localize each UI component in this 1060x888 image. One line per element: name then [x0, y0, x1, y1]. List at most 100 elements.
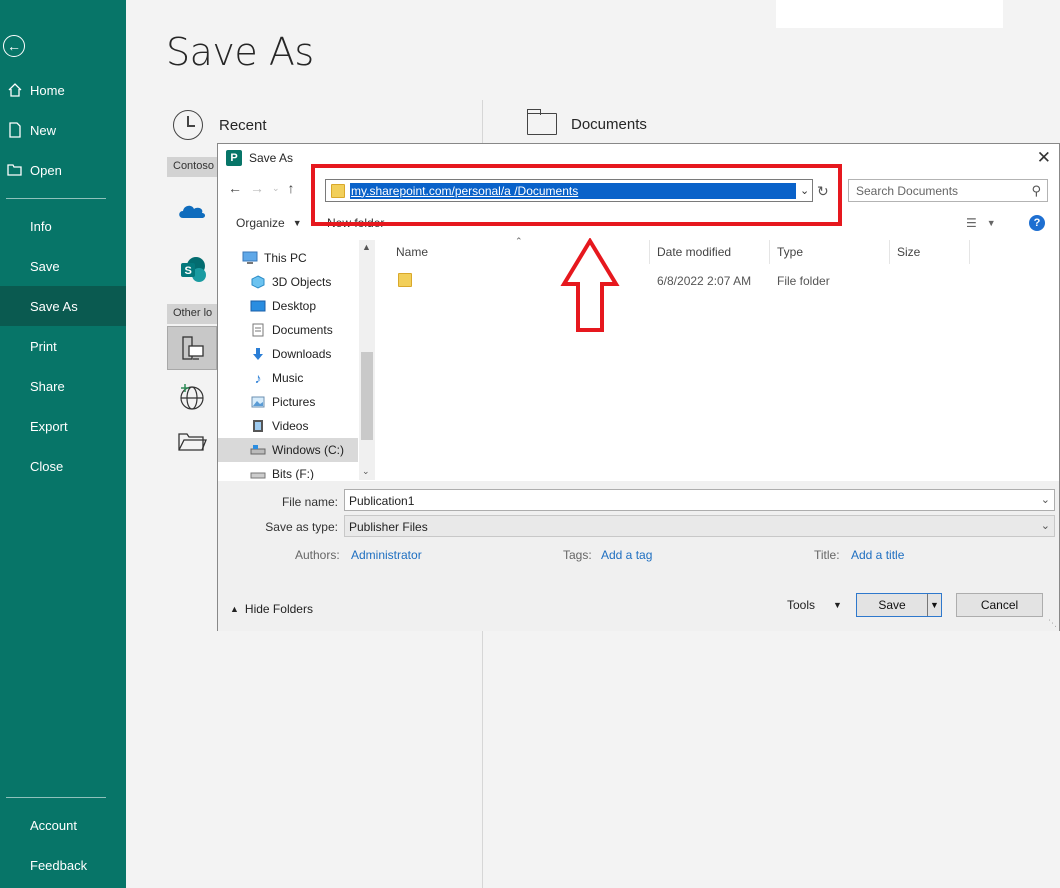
title-label: Title:	[814, 548, 840, 562]
cancel-button[interactable]: Cancel	[956, 593, 1043, 617]
help-icon[interactable]: ?	[1029, 215, 1045, 231]
organize-menu[interactable]: Organize ▼	[236, 216, 302, 230]
file-list-row[interactable]: 6/8/2022 2:07 AM File folder	[388, 268, 988, 290]
resize-grip-icon[interactable]: ⋱	[1048, 618, 1057, 629]
nav-item-label: Documents	[272, 323, 333, 337]
tags-value[interactable]: Add a tag	[601, 548, 652, 562]
sidebar-divider	[6, 797, 106, 798]
onedrive-location[interactable]	[167, 188, 217, 232]
nav-item-label: Pictures	[272, 395, 316, 409]
nav-item-desktop[interactable]: Desktop	[218, 294, 358, 318]
sidebar-item-label: Export	[30, 418, 68, 434]
scroll-up-icon[interactable]: ▲	[362, 242, 371, 252]
nav-item-label: Downloads	[272, 347, 332, 361]
clock-icon	[173, 110, 203, 140]
home-icon	[0, 82, 30, 98]
sidebar-item-export[interactable]: Export	[0, 406, 126, 446]
column-header-type[interactable]: Type	[777, 245, 803, 259]
browse-location[interactable]	[167, 420, 217, 464]
nav-item-label: 3D Objects	[272, 275, 332, 289]
sidebar-item-home[interactable]: Home	[0, 70, 126, 110]
file-name-field[interactable]: Publication1 ⌄	[344, 489, 1055, 511]
nav-item-label: Desktop	[272, 299, 317, 313]
pictures-icon	[250, 395, 266, 409]
sidebar-item-label: New	[30, 122, 57, 138]
sort-indicator-icon: ⌃	[515, 236, 523, 246]
folder-icon	[398, 273, 412, 287]
search-input[interactable]: Search Documents ⚲	[848, 179, 1048, 202]
download-arrow-icon	[250, 347, 266, 361]
dialog-title: Save As	[249, 151, 294, 165]
hide-folders-button[interactable]: ▲ Hide Folders	[230, 602, 313, 616]
sidebar-item-save[interactable]: Save	[0, 246, 126, 286]
forward-arrow-icon[interactable]: →	[250, 180, 264, 196]
sharepoint-icon: S	[181, 257, 206, 282]
authors-value[interactable]: Administrator	[351, 548, 422, 562]
add-place-location[interactable]	[167, 375, 217, 419]
back-arrow-icon[interactable]: ←	[228, 180, 242, 196]
column-separator[interactable]	[649, 240, 650, 264]
nav-item-pictures[interactable]: Pictures	[218, 390, 358, 414]
sidebar-item-share[interactable]: Share	[0, 366, 126, 406]
column-header-date-modified[interactable]: Date modified	[657, 245, 731, 259]
sidebar-item-info[interactable]: Info	[0, 206, 126, 246]
documents-icon	[250, 323, 266, 337]
column-separator[interactable]	[889, 240, 890, 264]
column-separator[interactable]	[769, 240, 770, 264]
sharepoint-location[interactable]: S	[167, 248, 217, 292]
sidebar-item-label: Save As	[30, 298, 78, 314]
nav-item-label: Bits (F:)	[272, 467, 314, 480]
scrollbar-thumb[interactable]	[361, 352, 373, 440]
column-separator[interactable]	[969, 240, 970, 264]
nav-item-label: Videos	[272, 419, 309, 433]
folder-outline-icon	[526, 109, 557, 135]
back-arrow-icon[interactable]: ←	[3, 35, 25, 57]
documents-folder-entry[interactable]: Documents	[526, 109, 647, 135]
new-document-icon	[0, 122, 30, 138]
page-title: Save As	[166, 30, 314, 74]
dialog-bottom-panel: File name: Publication1 ⌄ Save as type: …	[218, 481, 1059, 631]
nav-item-this-pc[interactable]: This PC	[218, 246, 358, 270]
sidebar-item-close[interactable]: Close	[0, 446, 126, 486]
column-header-name[interactable]: Name	[396, 245, 428, 259]
save-button[interactable]: Save ▼	[856, 593, 942, 617]
sidebar-item-print[interactable]: Print	[0, 326, 126, 366]
column-header-size[interactable]: Size	[897, 245, 920, 259]
this-pc-location[interactable]	[167, 326, 217, 370]
nav-item-bits-f[interactable]: Bits (F:)	[218, 462, 358, 480]
hide-folders-label: Hide Folders	[244, 602, 313, 616]
recent-label: Recent	[219, 116, 267, 134]
chevron-down-icon[interactable]: ⌄	[1041, 519, 1050, 532]
sidebar-item-open[interactable]: Open	[0, 150, 126, 190]
nav-item-label: This PC	[264, 251, 307, 265]
sidebar-item-new[interactable]: New	[0, 110, 126, 150]
save-as-type-select[interactable]: Publisher Files ⌄	[344, 515, 1055, 537]
nav-item-label: Windows (C:)	[272, 443, 345, 457]
nav-item-music[interactable]: ♪ Music	[218, 366, 358, 390]
chevron-down-icon: ▼	[986, 218, 996, 228]
view-options[interactable]: ☰ ▼	[966, 216, 996, 230]
tools-menu[interactable]: Tools ▼	[787, 598, 842, 612]
location-recent[interactable]: Recent	[173, 110, 267, 140]
nav-item-windows-c[interactable]: Windows (C:)	[218, 438, 358, 462]
close-icon[interactable]: ✕	[1037, 148, 1051, 168]
sidebar-item-feedback[interactable]: Feedback	[0, 845, 126, 885]
sidebar-item-save-as[interactable]: Save As	[0, 286, 126, 326]
recent-locations-chevron-icon[interactable]: ⌄	[272, 183, 280, 194]
file-name-value: Publication1	[349, 494, 415, 508]
location-group-header: Contoso	[167, 157, 219, 177]
location-group-header: Other lo	[167, 304, 219, 324]
scroll-down-icon[interactable]: ⌄	[362, 466, 370, 477]
this-pc-icon	[182, 336, 204, 360]
nav-scrollbar[interactable]: ▲ ⌄	[359, 240, 375, 480]
up-arrow-icon[interactable]: ↑	[288, 180, 295, 196]
sidebar-item-account[interactable]: Account	[0, 805, 126, 845]
cube-icon	[250, 275, 266, 289]
chevron-down-icon[interactable]: ⌄	[1041, 493, 1050, 506]
nav-item-videos[interactable]: Videos	[218, 414, 358, 438]
save-split-dropdown-icon[interactable]: ▼	[927, 594, 941, 616]
nav-item-downloads[interactable]: Downloads	[218, 342, 358, 366]
nav-item-documents[interactable]: Documents	[218, 318, 358, 342]
title-value[interactable]: Add a title	[851, 548, 904, 562]
nav-item-3d-objects[interactable]: 3D Objects	[218, 270, 358, 294]
